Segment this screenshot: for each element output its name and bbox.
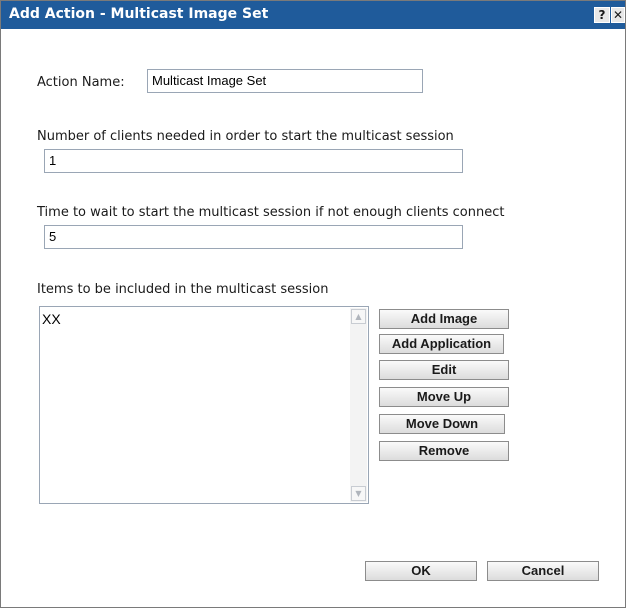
action-name-input[interactable]: Multicast Image Set: [147, 69, 423, 93]
clients-needed-label: Number of clients needed in order to sta…: [37, 129, 454, 144]
dialog-title: Add Action - Multicast Image Set: [9, 6, 269, 22]
close-icon[interactable]: ✕: [611, 7, 625, 23]
add-image-button[interactable]: Add Image: [379, 309, 509, 329]
clients-needed-input[interactable]: 1: [44, 149, 463, 173]
listbox-scrollbar[interactable]: ▲ ▼: [350, 308, 367, 502]
add-application-button[interactable]: Add Application: [379, 334, 504, 354]
title-bar[interactable]: Add Action - Multicast Image Set ? ✕: [1, 1, 625, 29]
remove-button[interactable]: Remove: [379, 441, 509, 461]
wait-time-input[interactable]: 5: [44, 225, 463, 249]
triangle-down-icon[interactable]: ▼: [351, 486, 366, 501]
help-button[interactable]: ?: [594, 7, 610, 23]
edit-button[interactable]: Edit: [379, 360, 509, 380]
move-up-button[interactable]: Move Up: [379, 387, 509, 407]
cancel-button[interactable]: Cancel: [487, 561, 599, 581]
items-listbox[interactable]: XX ▲ ▼: [39, 306, 369, 504]
items-label: Items to be included in the multicast se…: [37, 282, 329, 297]
ok-button[interactable]: OK: [365, 561, 477, 581]
list-item[interactable]: XX: [42, 311, 61, 327]
add-action-dialog: Add Action - Multicast Image Set ? ✕ Act…: [0, 0, 626, 608]
triangle-up-icon[interactable]: ▲: [351, 309, 366, 324]
move-down-button[interactable]: Move Down: [379, 414, 505, 434]
wait-time-label: Time to wait to start the multicast sess…: [37, 205, 505, 220]
action-name-label: Action Name:: [37, 75, 125, 90]
